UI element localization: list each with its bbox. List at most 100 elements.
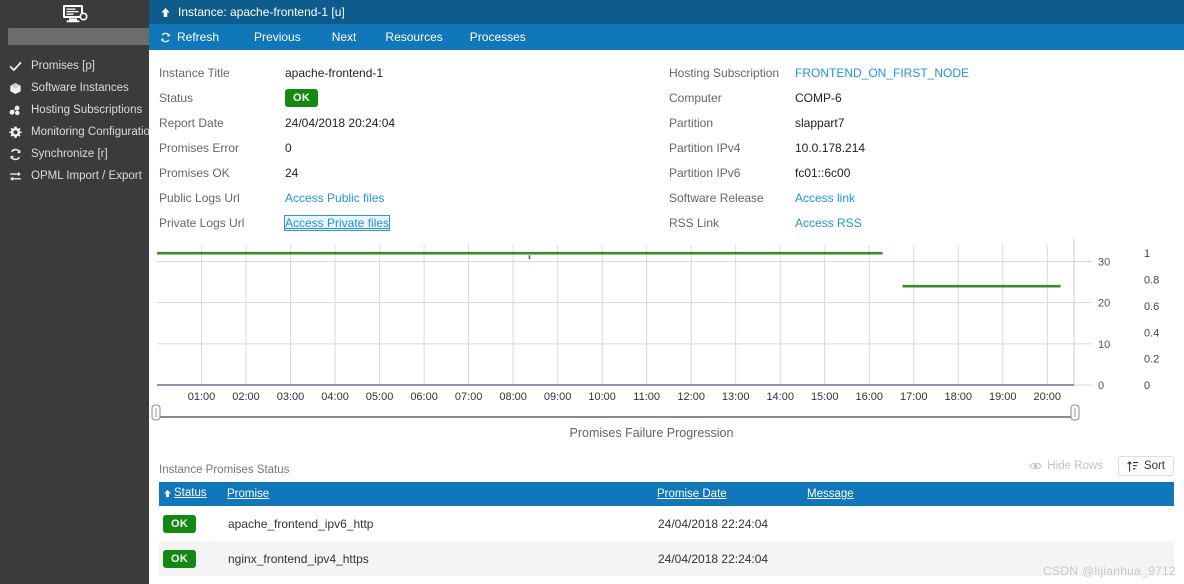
y-axis-right-tick: 0 (1144, 380, 1150, 392)
chart-canvas[interactable]: 30 20 10 0 1 0.8 0.6 0.4 0.2 0 01:00 02:00 03:00 04:0… (149, 239, 1184, 424)
app-logo[interactable] (0, 0, 149, 26)
table-row[interactable]: OK nginx_frontend_ipv4_https 24/04/2018 … (159, 541, 1174, 576)
sidebar-item-label: Software Instances (31, 82, 129, 94)
cell-status: OK (159, 506, 227, 541)
range-slider-handle-right[interactable] (1070, 404, 1080, 421)
table-toolbar: Instance Promises Status Hide Rows Sort (159, 454, 1174, 476)
sidebar-item-label: OPML Import / Export (31, 170, 142, 182)
y-axis-right-tick: 0.8 (1144, 275, 1159, 287)
sync-icon (9, 148, 22, 161)
cell-message: buildout is OK (807, 576, 1174, 584)
rss-link[interactable]: Access RSS (795, 216, 862, 230)
x-axis-tick: 08:00 (499, 391, 527, 403)
field-label: Promises Error (159, 140, 240, 155)
field-value: COMP-6 (795, 90, 842, 105)
field-instance-title: Instance Title apache-frontend-1 (159, 60, 659, 85)
x-axis-tick: 20:00 (1034, 391, 1062, 403)
sidebar-item-software-instances[interactable]: Software Instances (0, 77, 149, 99)
y-axis-left-tick: 0 (1098, 380, 1104, 392)
arrow-up-icon (163, 489, 172, 498)
sidebar-nav: Promises [p] Software Instances Hosting … (0, 55, 162, 187)
previous-button[interactable]: Previous (254, 24, 301, 50)
resources-button[interactable]: Resources (385, 24, 442, 50)
x-axis-tick: 01:00 (188, 391, 216, 403)
x-axis-tick: 04:00 (321, 391, 349, 403)
table-row[interactable]: OK apache_frontend_ipv6_http 24/04/2018 … (159, 506, 1174, 541)
table-head: Status Promise Promise Date Message (159, 482, 1174, 506)
field-label: Public Logs Url (159, 190, 240, 205)
field-hosting-subscription: Hosting Subscription FRONTEND_ON_FIRST_N… (669, 60, 1159, 85)
table-caption: Instance Promises Status (159, 464, 290, 476)
sidebar-item-opml-import-export[interactable]: OPML Import / Export (0, 165, 149, 187)
field-label: Partition IPv6 (669, 165, 741, 180)
sort-button[interactable]: Sort (1117, 456, 1174, 476)
sidebar-item-hosting-subscriptions[interactable]: Hosting Subscriptions (0, 99, 149, 121)
field-promises-ok: Promises OK 24 (159, 160, 659, 185)
y-axis-left-tick: 30 (1098, 256, 1110, 268)
field-label: Partition (669, 115, 714, 130)
column-header-label: Message (807, 488, 854, 500)
refresh-button[interactable]: Refresh (160, 24, 219, 50)
column-header-status[interactable]: Status (159, 482, 227, 506)
field-computer: Computer COMP-6 (669, 85, 1159, 110)
instance-details-left: Instance Title apache-frontend-1 Status … (149, 60, 659, 235)
sidebar-item-monitoring-configurations[interactable]: Monitoring Configurations (0, 121, 162, 143)
cell-promise-date: 24/04/2018 22:24:04 (657, 576, 807, 584)
x-axis-tick: 13:00 (722, 391, 750, 403)
cell-promise-date: 24/04/2018 22:24:04 (658, 516, 769, 531)
hosting-subscription-link[interactable]: FRONTEND_ON_FIRST_NODE (795, 66, 969, 80)
arrow-up-icon[interactable] (160, 7, 171, 18)
x-axis-tick: 10:00 (588, 391, 616, 403)
x-axis-tick: 15:00 (811, 391, 839, 403)
x-axis-tick: 17:00 (900, 391, 928, 403)
search-input[interactable] (8, 28, 160, 45)
sort-label: Sort (1143, 460, 1165, 472)
field-rss-link: RSS Link Access RSS (669, 210, 1159, 235)
field-label: Partition IPv4 (669, 140, 741, 155)
table-controls: Hide Rows Sort (1020, 456, 1174, 476)
hide-rows-button[interactable]: Hide Rows (1020, 456, 1112, 476)
status-badge: OK (163, 514, 197, 533)
exchange-icon (9, 170, 22, 183)
public-logs-link[interactable]: Access Public files (285, 191, 384, 205)
field-value: apache-frontend-1 (285, 65, 384, 80)
column-header-promise[interactable]: Promise (227, 482, 657, 506)
gear-icon (9, 126, 22, 139)
main-content: Instance: apache-frontend-1 [u] Refresh … (149, 0, 1184, 584)
sidebar-item-promises[interactable]: Promises [p] (0, 55, 149, 77)
field-status: Status OK (159, 85, 659, 110)
sidebar-item-synchronize[interactable]: Synchronize [r] (0, 143, 149, 165)
instance-details: Instance Title apache-frontend-1 Status … (149, 50, 1184, 235)
y-axis-left-tick: 10 (1098, 339, 1110, 351)
cell-status: OK (159, 541, 227, 576)
next-button[interactable]: Next (332, 24, 357, 50)
software-release-link[interactable]: Access link (795, 191, 855, 205)
refresh-label: Refresh (177, 30, 220, 44)
column-header-message[interactable]: Message (807, 482, 1174, 506)
field-value: fc01::6c00 (795, 165, 851, 180)
column-header-label: Status (174, 487, 207, 500)
field-promises-error: Promises Error 0 (159, 135, 659, 160)
promises-table: Status Promise Promise Date Message OK a… (159, 482, 1174, 584)
field-label: Report Date (159, 115, 224, 130)
molecule-icon (9, 104, 22, 117)
sidebar-item-label: Hosting Subscriptions (31, 104, 143, 116)
range-slider-handle-left[interactable] (151, 404, 161, 421)
y-axis-right-tick: 1 (1144, 248, 1150, 260)
field-label: Software Release (669, 190, 764, 205)
private-logs-link[interactable]: Access Private files (283, 214, 391, 231)
status-badge: OK (285, 88, 319, 107)
field-label: Hosting Subscription (669, 65, 780, 80)
processes-button[interactable]: Processes (470, 24, 526, 50)
check-icon (9, 60, 22, 73)
sidebar-item-label: Promises [p] (31, 60, 95, 72)
table-row[interactable]: OK buildout_slappart7_status 24/04/2018 … (159, 576, 1174, 584)
column-header-label: Promise (227, 488, 270, 500)
x-axis-tick: 05:00 (366, 391, 394, 403)
hide-rows-label: Hide Rows (1047, 460, 1103, 472)
cell-promise: nginx_frontend_ipv4_https (228, 551, 369, 566)
toolbar: Refresh Previous Next Resources Processe… (149, 24, 1184, 50)
chart-title: Promises Failure Progression (569, 426, 734, 440)
column-header-promise-date[interactable]: Promise Date (657, 482, 807, 506)
field-partition: Partition slappart7 (669, 110, 1159, 135)
